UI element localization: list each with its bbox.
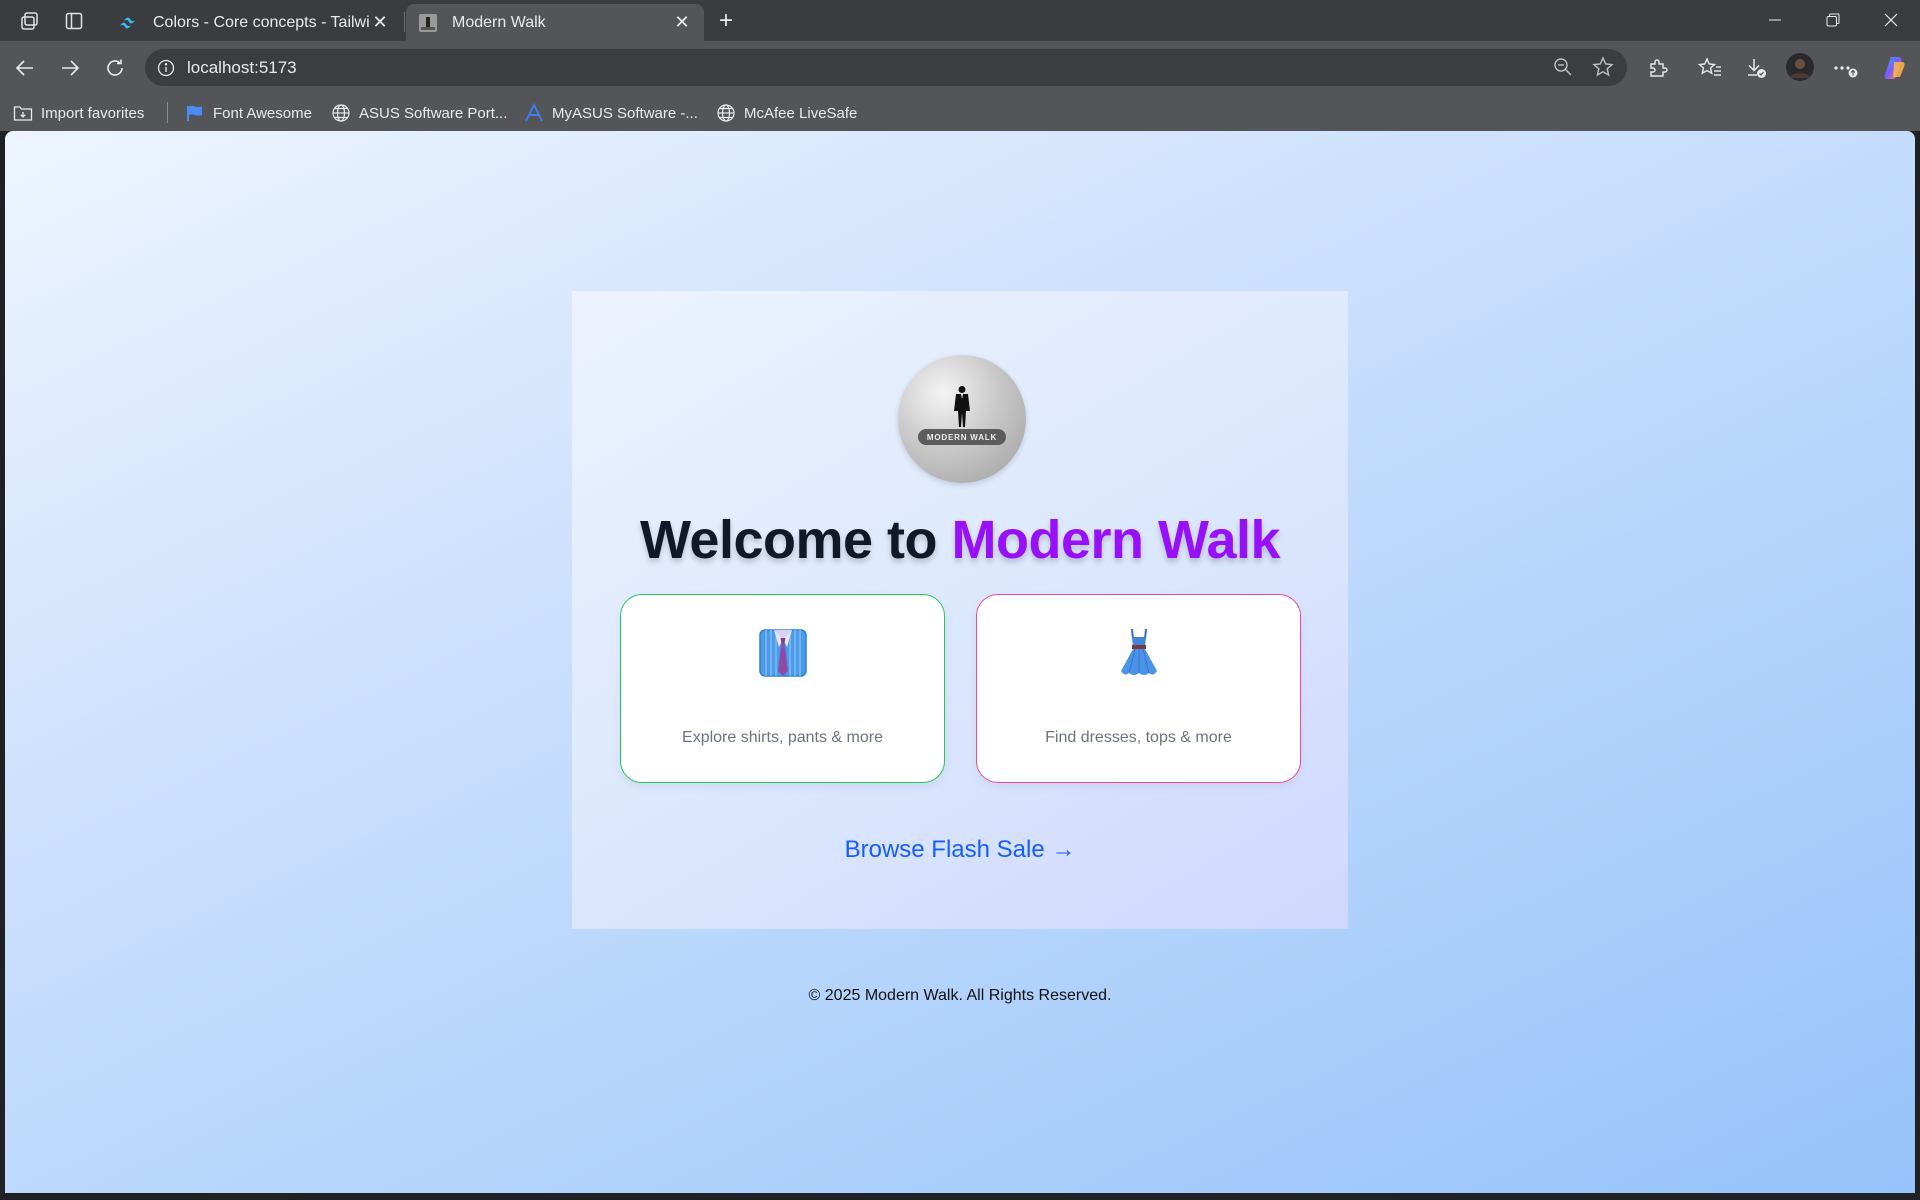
close-window-button[interactable] <box>1868 4 1914 36</box>
favorites-icon[interactable] <box>1695 53 1725 83</box>
close-tab-icon[interactable]: ✕ <box>672 12 692 33</box>
close-tab-icon[interactable]: ✕ <box>370 12 390 33</box>
tailwind-icon <box>119 13 139 33</box>
tab-tailwind-colors[interactable]: Colors - Core concepts - Tailwind ✕ <box>107 4 402 41</box>
tab-divider <box>404 12 405 32</box>
dress-icon <box>1121 628 1157 675</box>
refresh-button[interactable] <box>100 53 130 83</box>
browser-toolbar: localhost:5173 <box>0 41 1920 94</box>
bookmark-label: McAfee LiveSafe <box>744 104 858 122</box>
bookmark-mcafee-livesafe[interactable]: McAfee LiveSafe <box>716 100 857 126</box>
profile-avatar[interactable] <box>1784 51 1816 83</box>
bookmarks-bar: Import favorites Font Awesome ASUS Softw… <box>0 94 1920 131</box>
bookmark-label: MyASUS Software -... <box>552 104 698 122</box>
forward-button[interactable] <box>55 53 85 83</box>
tab-modern-walk[interactable]: Modern Walk ✕ <box>406 4 704 41</box>
bookmark-label: Import favorites <box>41 104 145 122</box>
page-viewport: MODERN WALK Welcome to Modern Walk Explo… <box>5 131 1915 1193</box>
address-bar[interactable]: localhost:5173 <box>145 49 1627 86</box>
title-brand: Modern Walk <box>951 510 1281 570</box>
downloads-icon[interactable] <box>1741 53 1771 83</box>
site-info-icon[interactable] <box>155 57 176 78</box>
favorite-star-icon[interactable] <box>1592 56 1614 83</box>
flag-icon <box>185 103 205 123</box>
page-title: Welcome to Modern Walk <box>572 509 1348 571</box>
logo-wordmark: MODERN WALK <box>918 429 1006 445</box>
bookmark-import-favorites[interactable]: Import favorites <box>13 100 144 126</box>
category-card-women[interactable]: Find dresses, tops & more <box>976 594 1301 783</box>
tab-title: Colors - Core concepts - Tailwind <box>153 13 370 31</box>
bookmark-asus-software-portal[interactable]: ASUS Software Port... <box>331 100 507 126</box>
category-card-men[interactable]: Explore shirts, pants & more <box>620 594 945 783</box>
settings-more-icon[interactable] <box>1830 53 1860 83</box>
globe-icon <box>331 103 351 123</box>
tab-title: Modern Walk <box>452 13 546 31</box>
bookmark-myasus-software[interactable]: MyASUS Software -... <box>524 100 698 126</box>
browse-flash-sale-link[interactable]: Browse Flash Sale → <box>572 836 1348 864</box>
url-text: localhost:5173 <box>187 58 297 77</box>
import-icon <box>13 103 33 123</box>
tab-actions-icon[interactable] <box>61 8 87 34</box>
tab-strip: Colors - Core concepts - Tailwind ✕ Mode… <box>0 0 1920 41</box>
bookmark-label: ASUS Software Port... <box>359 104 508 122</box>
extensions-icon[interactable] <box>1643 53 1673 83</box>
back-button[interactable] <box>10 53 40 83</box>
welcome-card: MODERN WALK Welcome to Modern Walk Explo… <box>572 291 1348 929</box>
category-description: Explore shirts, pants & more <box>682 729 883 746</box>
new-tab-button[interactable]: + <box>711 6 741 36</box>
brand-logo: MODERN WALK <box>898 355 1026 483</box>
zoom-out-icon[interactable] <box>1553 57 1573 82</box>
bookmark-font-awesome[interactable]: Font Awesome <box>185 100 312 126</box>
minimize-button[interactable] <box>1752 4 1798 36</box>
copilot-icon[interactable] <box>1879 53 1909 83</box>
bookmarks-divider <box>167 102 168 123</box>
bookmark-label: Font Awesome <box>213 104 312 122</box>
page-footer: © 2025 Modern Walk. All Rights Reserved. <box>808 987 1112 1004</box>
asus-icon <box>524 103 544 123</box>
shirt-icon <box>759 629 807 677</box>
globe-icon <box>716 103 736 123</box>
workspaces-icon[interactable] <box>17 8 43 34</box>
restore-button[interactable] <box>1810 4 1856 36</box>
modern-walk-icon <box>418 13 438 33</box>
man-silhouette-icon <box>954 386 970 427</box>
title-welcome: Welcome to <box>639 510 952 570</box>
category-description: Find dresses, tops & more <box>1045 729 1232 746</box>
